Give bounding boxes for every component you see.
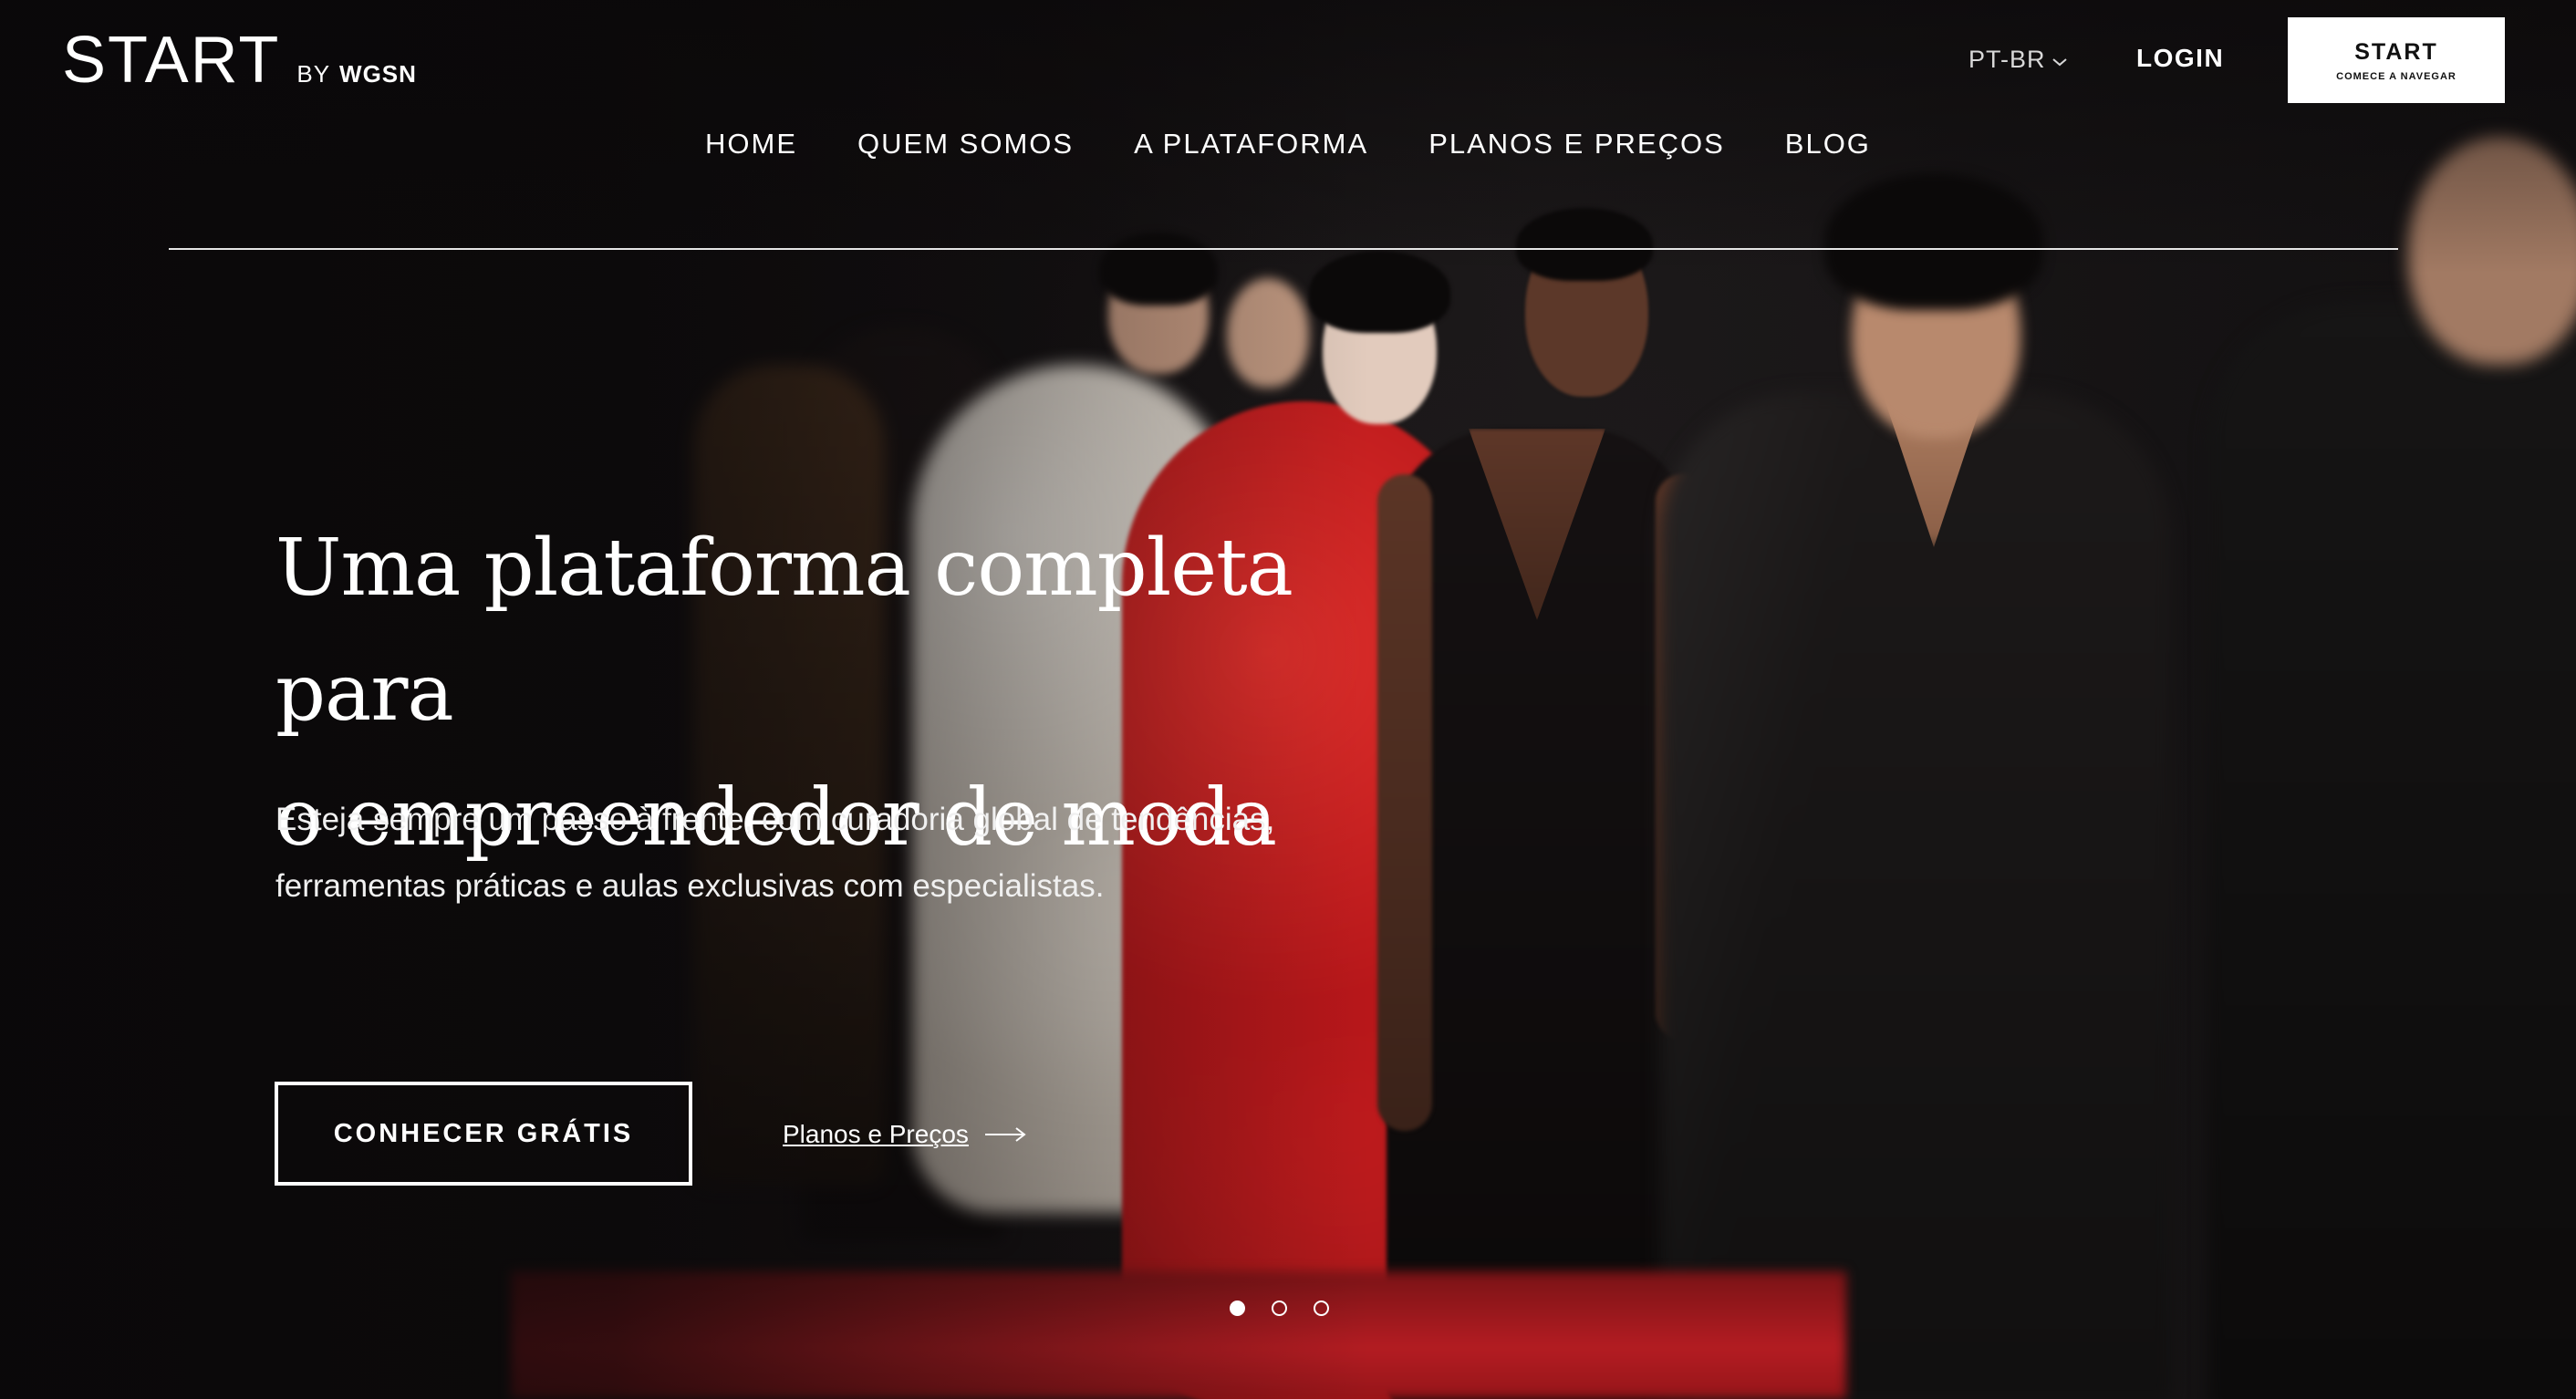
hero-section: START BY WGSN PT-BR LOGIN START COMECE A… [0,0,2576,1399]
hero-subtext: Esteja sempre um passo à frente, com cur… [275,786,1416,919]
login-link[interactable]: LOGIN [2136,44,2224,73]
conhecer-gratis-button[interactable]: CONHECER GRÁTIS [275,1082,692,1186]
carousel-dot-1[interactable] [1230,1301,1245,1316]
start-button[interactable]: START COMECE A NAVEGAR [2288,17,2505,103]
nav-item-a-plataforma[interactable]: A PLATAFORMA [1104,128,1398,161]
carousel-dots [1230,1301,1329,1316]
hero-subtext-line1: Esteja sempre um passo à frente, com cur… [275,802,1275,837]
chevron-down-icon [2051,57,2067,66]
nav-item-blog[interactable]: BLOG [1755,128,1901,161]
carousel-dot-3[interactable] [1314,1301,1329,1316]
logo-brand-text: WGSN [339,60,417,88]
start-button-subtitle: COMECE A NAVEGAR [2336,70,2457,82]
model-figure [1660,392,2171,1399]
main-nav: HOME QUEM SOMOS A PLATAFORMA PLANOS E PR… [0,128,2576,161]
plans-link-label: Planos e Preços [783,1120,969,1148]
nav-divider [169,248,2398,250]
carousel-dot-2[interactable] [1272,1301,1287,1316]
hero-headline-line1: Uma plataforma completa para [275,523,1293,739]
start-button-title: START [2354,38,2438,65]
model-figure [2207,301,2576,1399]
arrow-right-icon [984,1127,1026,1142]
language-selector[interactable]: PT-BR [1968,46,2068,74]
nav-item-planos-e-precos[interactable]: PLANOS E PREÇOS [1398,128,1755,161]
language-label: PT-BR [1968,46,2046,73]
nav-item-quem-somos[interactable]: QUEM SOMOS [827,128,1104,161]
logo-by-text: BY [296,60,331,88]
plans-link[interactable]: Planos e Preços [783,1120,1027,1149]
site-logo[interactable]: START BY WGSN [62,27,417,93]
logo-start-text: START [62,24,281,97]
hero-subtext-line2: ferramentas práticas e aulas exclusivas … [275,868,1105,904]
nav-item-home[interactable]: HOME [675,128,827,161]
